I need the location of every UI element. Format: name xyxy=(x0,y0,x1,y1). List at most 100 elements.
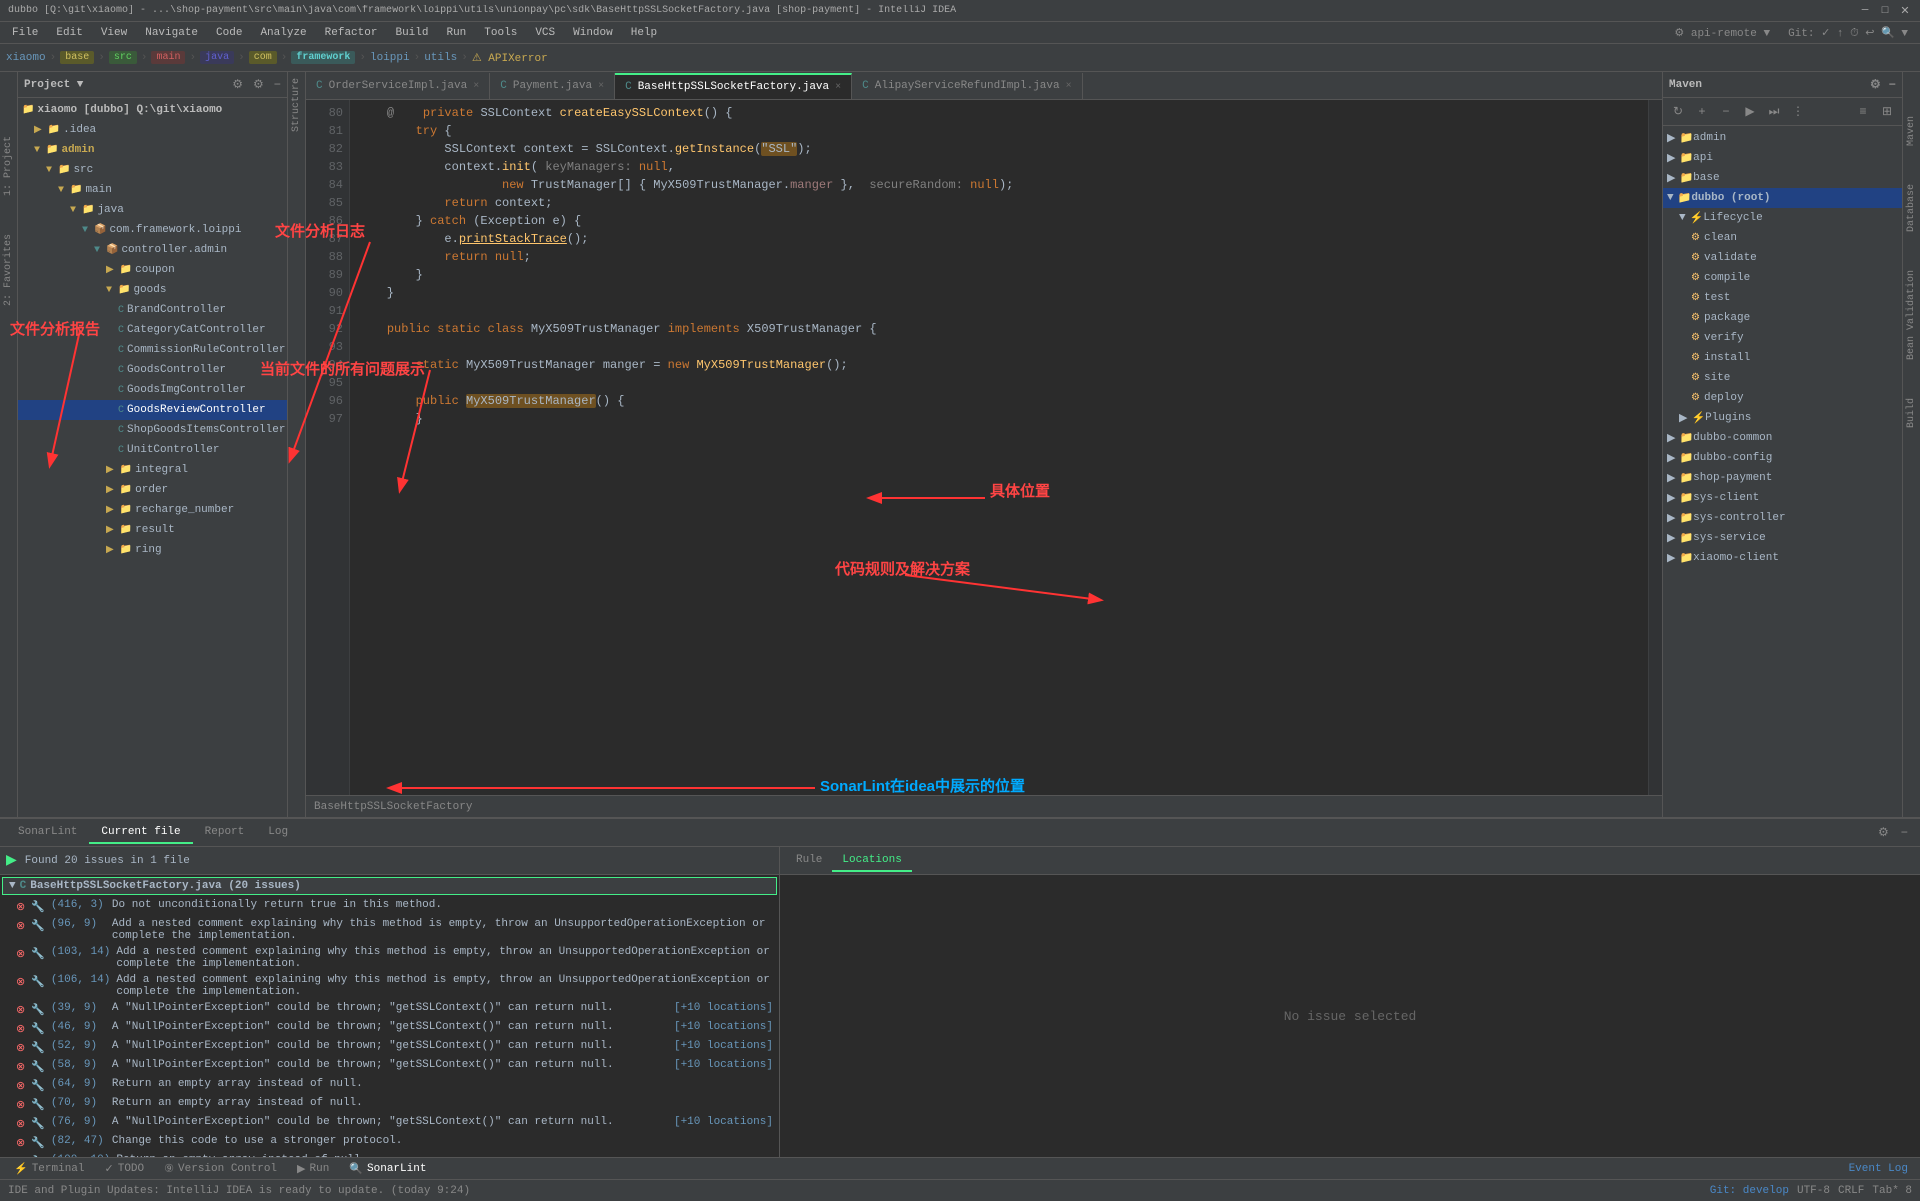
maven-item-sys-controller[interactable]: ▶📁 sys-controller xyxy=(1663,508,1902,528)
breadcrumb-main[interactable]: main xyxy=(151,51,185,64)
tree-admin[interactable]: ▼ 📁 admin xyxy=(18,140,287,160)
tree-coupon[interactable]: ▶ 📁 coupon xyxy=(18,260,287,280)
maven-item-validate[interactable]: ⚙ validate xyxy=(1663,248,1902,268)
maven-item-lifecycle[interactable]: ▼⚡ Lifecycle xyxy=(1663,208,1902,228)
tab-base-http[interactable]: C BaseHttpSSLSocketFactory.java × xyxy=(615,73,852,99)
sidebar-gear[interactable]: ⚙ xyxy=(232,77,243,92)
analyze-run-btn[interactable]: ▶ xyxy=(6,852,17,869)
issue-item-0[interactable]: ⊗ 🔧 (416, 3) Do not unconditionally retu… xyxy=(0,897,779,916)
status-indent[interactable]: Tab* 8 xyxy=(1872,1185,1912,1197)
maven-item-deploy[interactable]: ⚙ deploy xyxy=(1663,388,1902,408)
minimize-button[interactable]: ─ xyxy=(1858,4,1872,18)
event-log-link[interactable]: Event Log xyxy=(1841,1163,1916,1175)
maven-item-install[interactable]: ⚙ install xyxy=(1663,348,1902,368)
breadcrumb-xiaomo[interactable]: xiaomo xyxy=(6,52,46,64)
status-git[interactable]: Git: develop xyxy=(1710,1185,1789,1197)
menu-code[interactable]: Code xyxy=(208,25,250,41)
maven-item-dubbo-config[interactable]: ▶📁 dubbo-config xyxy=(1663,448,1902,468)
breadcrumb-apixerror[interactable]: ⚠ APIXerror xyxy=(472,51,548,65)
tree-root[interactable]: 📁 xiaomo [dubbo] Q:\git\xiaomo xyxy=(18,100,287,120)
maven-item-sys-client[interactable]: ▶📁 sys-client xyxy=(1663,488,1902,508)
close-tab-payment[interactable]: × xyxy=(598,81,604,92)
issue-item-11[interactable]: ⊗ 🔧 (82, 47) Change this code to use a s… xyxy=(0,1133,779,1152)
issue-item-7[interactable]: ⊗ 🔧 (58, 9) A "NullPointerException" cou… xyxy=(0,1057,779,1076)
close-button[interactable]: ✕ xyxy=(1898,4,1912,18)
menu-navigate[interactable]: Navigate xyxy=(137,25,206,41)
issue-item-12[interactable]: ⊘ 🔧 (100, 10) Return an empty array inst… xyxy=(0,1152,779,1157)
menu-window[interactable]: Window xyxy=(565,25,621,41)
issue-item-5[interactable]: ⊗ 🔧 (46, 9) A "NullPointerException" cou… xyxy=(0,1019,779,1038)
tab-sonarlint[interactable]: SonarLint xyxy=(6,822,89,844)
issue-item-9[interactable]: ⊗ 🔧 (70, 9) Return an empty array instea… xyxy=(0,1095,779,1114)
menu-refactor[interactable]: Refactor xyxy=(317,25,386,41)
breadcrumb-java[interactable]: java xyxy=(200,51,234,64)
maven-item-package[interactable]: ⚙ package xyxy=(1663,308,1902,328)
issue-item-6[interactable]: ⊗ 🔧 (52, 9) A "NullPointerException" cou… xyxy=(0,1038,779,1057)
close-tab-alipay[interactable]: × xyxy=(1066,81,1072,92)
sidebar-settings[interactable]: ⚙ xyxy=(253,77,264,92)
right-label-maven[interactable]: Maven xyxy=(1904,112,1919,150)
menu-file[interactable]: File xyxy=(4,25,46,41)
menu-help[interactable]: Help xyxy=(623,25,665,41)
maven-item-sys-service[interactable]: ▶📁 sys-service xyxy=(1663,528,1902,548)
breadcrumb-base[interactable]: base xyxy=(60,51,94,64)
tree-commission-controller[interactable]: C CommissionRuleController xyxy=(18,340,287,360)
maven-refresh-btn[interactable]: ↻ xyxy=(1667,101,1689,123)
tree-order[interactable]: ▶ 📁 order xyxy=(18,480,287,500)
left-label-project[interactable]: 1: Project xyxy=(1,132,16,200)
maven-item-site[interactable]: ⚙ site xyxy=(1663,368,1902,388)
maven-item-shop-payment[interactable]: ▶📁 shop-payment xyxy=(1663,468,1902,488)
tree-idea[interactable]: ▶ 📁 .idea xyxy=(18,120,287,140)
tree-goodsreview-controller[interactable]: C GoodsReviewController xyxy=(18,400,287,420)
issue-file-header[interactable]: ▼ C BaseHttpSSLSocketFactory.java (20 is… xyxy=(2,877,777,895)
menu-build[interactable]: Build xyxy=(387,25,436,41)
btab-vcs[interactable]: ⑨ Version Control xyxy=(154,1160,287,1178)
breadcrumb-src[interactable]: src xyxy=(109,51,137,64)
menu-vcs[interactable]: VCS xyxy=(527,25,563,41)
tree-brand-controller[interactable]: C BrandController xyxy=(18,300,287,320)
sonarlint-close-icon[interactable]: − xyxy=(1895,826,1914,840)
sonarlint-settings-icon[interactable]: ⚙ xyxy=(1872,825,1895,840)
tree-ring[interactable]: ▶ 📁 ring xyxy=(18,540,287,560)
tree-shopgoods-controller[interactable]: C ShopGoodsItemsController xyxy=(18,420,287,440)
sidebar-minus[interactable]: − xyxy=(274,78,281,92)
rule-tab-locations[interactable]: Locations xyxy=(832,850,911,872)
close-tab-order[interactable]: × xyxy=(473,81,479,92)
status-linesep[interactable]: CRLF xyxy=(1838,1185,1864,1197)
maven-settings-icon[interactable]: ⚙ xyxy=(1870,77,1881,92)
right-label-database[interactable]: Database xyxy=(1904,180,1919,236)
maven-run-btn[interactable]: ▶ xyxy=(1739,101,1761,123)
btab-todo[interactable]: ✓ TODO xyxy=(95,1160,155,1178)
tree-integral[interactable]: ▶ 📁 integral xyxy=(18,460,287,480)
tab-log[interactable]: Log xyxy=(256,822,300,844)
tree-main[interactable]: ▼ 📁 main xyxy=(18,180,287,200)
menu-run[interactable]: Run xyxy=(438,25,474,41)
status-encoding[interactable]: UTF-8 xyxy=(1797,1185,1830,1197)
issue-item-4[interactable]: ⊗ 🔧 (39, 9) A "NullPointerException" cou… xyxy=(0,1000,779,1019)
btab-terminal[interactable]: ⚡ Terminal xyxy=(4,1160,95,1178)
maven-item-test[interactable]: ⚙ test xyxy=(1663,288,1902,308)
maven-item-dubbo-common[interactable]: ▶📁 dubbo-common xyxy=(1663,428,1902,448)
btab-sonarlint[interactable]: 🔍 SonarLint xyxy=(339,1160,436,1178)
maven-item-compile[interactable]: ⚙ compile xyxy=(1663,268,1902,288)
tree-category-controller[interactable]: C CategoryCatController xyxy=(18,320,287,340)
right-label-bean[interactable]: Bean Validation xyxy=(1904,266,1919,364)
tree-goods-controller[interactable]: C GoodsController xyxy=(18,360,287,380)
close-tab-base[interactable]: × xyxy=(835,82,841,93)
issue-item-10[interactable]: ⊗ 🔧 (76, 9) A "NullPointerException" cou… xyxy=(0,1114,779,1133)
right-label-build[interactable]: Build xyxy=(1904,394,1919,432)
tree-src[interactable]: ▼ 📁 src xyxy=(18,160,287,180)
left-label-structure[interactable]: Structure xyxy=(289,74,304,136)
tree-goodsimg-controller[interactable]: C GoodsImgController xyxy=(18,380,287,400)
tab-report[interactable]: Report xyxy=(193,822,257,844)
rule-tab-rule[interactable]: Rule xyxy=(786,850,832,872)
tree-unit-controller[interactable]: C UnitController xyxy=(18,440,287,460)
menu-view[interactable]: View xyxy=(93,25,135,41)
tab-current-file[interactable]: Current file xyxy=(89,822,192,844)
maven-item-base[interactable]: ▶📁 base xyxy=(1663,168,1902,188)
breadcrumb-loippi[interactable]: loippi xyxy=(370,52,410,64)
tab-payment[interactable]: C Payment.java × xyxy=(490,73,615,99)
tab-alipay[interactable]: C AlipayServiceRefundImpl.java × xyxy=(852,73,1082,99)
tree-package[interactable]: ▼ 📦 com.framework.loippi xyxy=(18,220,287,240)
maven-item-verify[interactable]: ⚙ verify xyxy=(1663,328,1902,348)
